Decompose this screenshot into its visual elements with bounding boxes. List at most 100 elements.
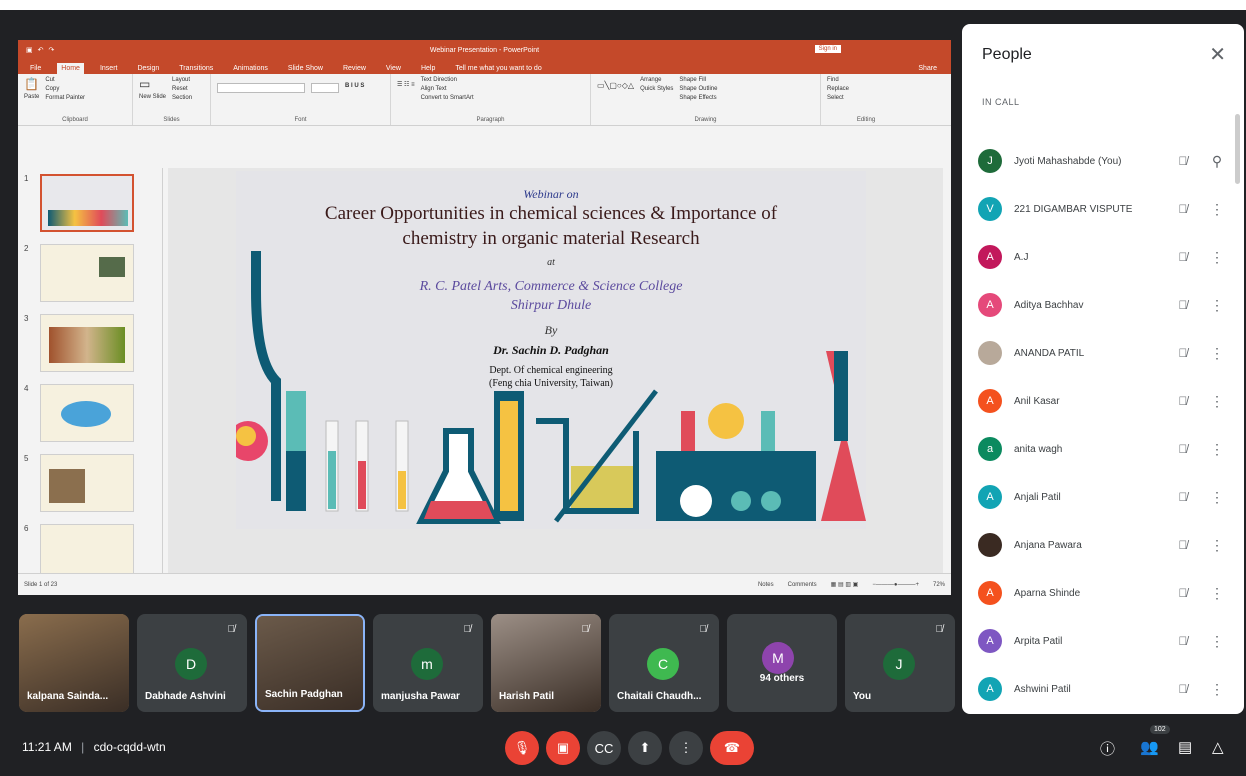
list-icons[interactable]: ☰ ☷ ≡ <box>397 81 415 122</box>
shapes-gallery[interactable]: ▭╲▢○◇△ <box>597 81 634 122</box>
slide-thumbnail-5[interactable] <box>40 454 134 512</box>
captions-icon[interactable]: CC <box>587 731 621 765</box>
font-size-field[interactable] <box>311 83 339 93</box>
notes-button[interactable]: Notes <box>758 582 774 588</box>
tab-home[interactable]: Home <box>57 63 84 74</box>
copy-button[interactable]: Copy <box>45 86 85 92</box>
shape-fill-button[interactable]: Shape Fill <box>679 77 717 83</box>
chat-icon[interactable]: ▤ <box>1178 738 1192 756</box>
find-button[interactable]: Find <box>827 77 849 83</box>
cut-button[interactable]: Cut <box>45 77 85 83</box>
replace-button[interactable]: Replace <box>827 86 849 92</box>
zoom-level[interactable]: 72% <box>933 582 945 588</box>
participant-row[interactable]: a anita wagh 🎙̸ ⋮ <box>978 425 1230 473</box>
align-text-button[interactable]: Align Text <box>421 86 474 92</box>
arrange-button[interactable]: Arrange <box>640 77 673 83</box>
close-icon[interactable]: ✕ <box>1209 42 1226 67</box>
participant-row[interactable]: Anjana Pawara 🎙̸ ⋮ <box>978 521 1230 569</box>
participant-row[interactable]: A Ashwini Patil 🎙̸ ⋮ <box>978 665 1230 713</box>
new-slide-icon[interactable]: ▭ <box>139 77 166 91</box>
participant-row[interactable]: ANANDA PATIL 🎙̸ ⋮ <box>978 329 1230 377</box>
participant-tile[interactable]: m 🎙̸ manjusha Pawar <box>373 614 483 712</box>
select-button[interactable]: Select <box>827 95 849 101</box>
shape-effects-button[interactable]: Shape Effects <box>679 95 717 101</box>
more-icon[interactable]: ⋮ <box>1204 489 1230 506</box>
people-icon[interactable]: 👥 <box>1140 738 1159 756</box>
tab-file[interactable]: File <box>26 63 45 74</box>
more-icon[interactable]: ⋮ <box>1204 249 1230 266</box>
activities-icon[interactable]: △ <box>1212 738 1224 756</box>
participant-tile[interactable]: M 94 others <box>727 614 837 712</box>
reset-button[interactable]: Reset <box>172 86 192 92</box>
share-button[interactable]: Share <box>914 63 941 74</box>
more-icon[interactable]: ⋮ <box>1204 681 1230 698</box>
participant-row[interactable]: A Aditya Bachhav 🎙̸ ⋮ <box>978 281 1230 329</box>
more-options-icon[interactable]: ⋮ <box>669 731 703 765</box>
participant-row[interactable]: J Jyoti Mahashabde (You) 🎙̸ ⚲ <box>978 137 1230 185</box>
slide-thumbnail-4[interactable] <box>40 384 134 442</box>
tab-animations[interactable]: Animations <box>229 63 272 74</box>
participant-row[interactable]: A Aparna Shinde 🎙̸ ⋮ <box>978 569 1230 617</box>
signin-button[interactable]: Sign in <box>814 45 841 53</box>
info-icon[interactable]: ⓘ <box>1100 738 1115 759</box>
tab-view[interactable]: View <box>382 63 405 74</box>
participant-row[interactable]: V 221 DIGAMBAR VISPUTE 🎙̸ ⋮ <box>978 185 1230 233</box>
more-icon[interactable]: ⋮ <box>1204 585 1230 602</box>
participant-tile[interactable]: kalpana Sainda... <box>19 614 129 712</box>
font-name-field[interactable] <box>217 83 305 93</box>
participant-name: Ashwini Patil <box>1014 683 1071 695</box>
slide-number: 4 <box>24 384 29 393</box>
more-icon[interactable]: ⋮ <box>1204 345 1230 362</box>
participant-tile[interactable]: Sachin Padghan <box>255 614 365 712</box>
paste-icon[interactable]: 📋 <box>24 77 39 91</box>
slide-thumbnail-3[interactable] <box>40 314 134 372</box>
paste-button[interactable]: Paste <box>24 94 39 100</box>
slides-group: ▭ New Slide Layout Reset Section Slides <box>133 74 211 125</box>
tell-me-search[interactable]: Tell me what you want to do <box>451 63 545 74</box>
participant-tile[interactable]: C 🎙̸ Chaitali Chaudh... <box>609 614 719 712</box>
mic-off-icon[interactable]: 🎙 <box>505 731 539 765</box>
section-button[interactable]: Section <box>172 95 192 101</box>
more-icon[interactable]: ⋮ <box>1204 393 1230 410</box>
slide-thumbnail-2[interactable] <box>40 244 134 302</box>
group-label: Drawing <box>694 117 717 123</box>
current-slide[interactable]: Webinar on Career Opportunities in chemi… <box>236 171 866 529</box>
smartart-button[interactable]: Convert to SmartArt <box>421 95 474 101</box>
more-icon[interactable]: ⋮ <box>1204 201 1230 218</box>
more-icon[interactable]: ⋮ <box>1204 633 1230 650</box>
pin-icon[interactable]: ⚲ <box>1204 153 1230 170</box>
participant-row[interactable]: A A.J 🎙̸ ⋮ <box>978 233 1230 281</box>
more-icon[interactable]: ⋮ <box>1204 537 1230 554</box>
shape-outline-button[interactable]: Shape Outline <box>679 86 717 92</box>
paragraph-group: ☰ ☷ ≡ Text Direction Align Text Convert … <box>391 74 591 125</box>
tab-help[interactable]: Help <box>417 63 439 74</box>
tab-design[interactable]: Design <box>133 63 163 74</box>
more-icon[interactable]: ⋮ <box>1204 441 1230 458</box>
participant-row[interactable]: A Arpita Patil 🎙̸ ⋮ <box>978 617 1230 665</box>
zoom-slider[interactable]: −———●———+ <box>872 582 919 588</box>
participant-tile[interactable]: D 🎙̸ Dabhade Ashvini <box>137 614 247 712</box>
tab-slide-show[interactable]: Slide Show <box>284 63 327 74</box>
format-painter-button[interactable]: Format Painter <box>45 95 85 101</box>
camera-off-icon[interactable]: ▣ <box>546 731 580 765</box>
scrollbar[interactable] <box>1235 114 1240 184</box>
slide-number: 6 <box>24 524 29 533</box>
text-direction-button[interactable]: Text Direction <box>421 77 474 83</box>
tab-review[interactable]: Review <box>339 63 370 74</box>
new-slide-button[interactable]: New Slide <box>139 94 166 100</box>
leave-call-icon[interactable]: ☎ <box>710 731 754 765</box>
view-icons[interactable]: ▦ ▤ ▥ ▣ <box>831 581 859 588</box>
slide-thumbnail-1[interactable] <box>40 174 134 232</box>
tab-transitions[interactable]: Transitions <box>175 63 217 74</box>
participant-row[interactable]: A Anjali Patil 🎙̸ ⋮ <box>978 473 1230 521</box>
quick-styles-button[interactable]: Quick Styles <box>640 86 673 92</box>
participant-tile[interactable]: J 🎙̸ You <box>845 614 955 712</box>
tab-insert[interactable]: Insert <box>96 63 122 74</box>
more-icon[interactable]: ⋮ <box>1204 297 1230 314</box>
layout-button[interactable]: Layout <box>172 77 192 83</box>
comments-button[interactable]: Comments <box>788 582 817 588</box>
present-icon[interactable]: ⬆ <box>628 731 662 765</box>
participant-tile[interactable]: 🎙̸ Harish Patil <box>491 614 601 712</box>
participant-row[interactable]: A Anil Kasar 🎙̸ ⋮ <box>978 377 1230 425</box>
mic-off-icon: 🎙̸ <box>1178 538 1188 552</box>
